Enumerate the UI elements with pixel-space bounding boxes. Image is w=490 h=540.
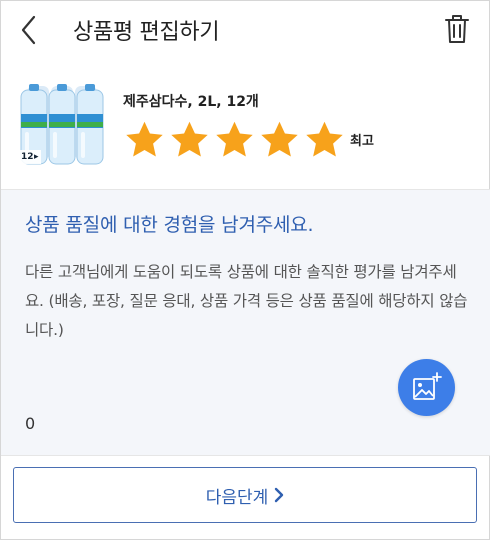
product-name: 제주삼다수, 2L, 12개 — [123, 94, 259, 110]
delete-button[interactable] — [441, 12, 473, 46]
thumbnail-badge-suffix: ▸ — [34, 152, 39, 162]
next-step-label: 다음단계 — [205, 487, 269, 508]
review-prompt: 상품 품질에 대한 경험을 남겨주세요. — [25, 214, 314, 236]
trash-icon — [445, 15, 469, 43]
rating-label: 최고 — [350, 134, 374, 149]
chevron-right-icon — [275, 487, 284, 503]
back-button[interactable] — [15, 13, 45, 47]
chevron-left-icon — [21, 15, 36, 45]
star-rating[interactable] — [123, 119, 348, 161]
star-5-icon[interactable] — [303, 119, 346, 161]
star-4-icon[interactable] — [258, 119, 301, 161]
star-2-icon[interactable] — [168, 119, 211, 161]
thumbnail-badge: 12 — [21, 152, 34, 162]
app-frame: 상품평 편집하기 12 ▸ 제주삼다수, 2L, 12개 최고 상품 품질에 대… — [0, 0, 490, 540]
star-3-icon[interactable] — [213, 119, 256, 161]
add-photo-icon — [413, 372, 442, 400]
page-title: 상품평 편집하기 — [73, 20, 220, 45]
add-photo-button[interactable] — [398, 359, 455, 416]
header: 상품평 편집하기 — [1, 1, 490, 59]
review-guide: 다른 고객님에게 도움이 되도록 상품에 대한 솔직한 평가를 남겨주세요. (… — [25, 263, 468, 339]
next-step-button[interactable]: 다음단계 — [13, 467, 477, 523]
product-thumbnail: 12 ▸ — [19, 80, 111, 166]
star-1-icon[interactable] — [123, 119, 166, 161]
review-input-area[interactable]: 상품 품질에 대한 경험을 남겨주세요. 다른 고객님에게 도움이 되도록 상품… — [1, 190, 490, 456]
character-count: 0 — [25, 414, 36, 433]
product-summary: 12 ▸ 제주삼다수, 2L, 12개 최고 — [1, 59, 490, 190]
